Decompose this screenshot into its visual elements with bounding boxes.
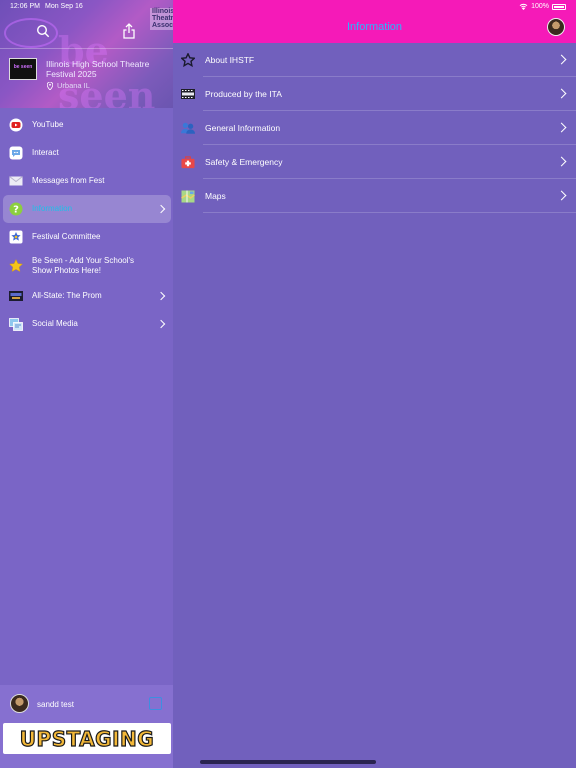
sidebar-item-social-media[interactable]: Social Media <box>3 310 171 338</box>
sidebar-item-messages[interactable]: Messages from Fest <box>3 167 171 195</box>
list-item-produced-by-ita[interactable]: Produced by the ITA <box>173 77 576 111</box>
chevron-right-icon <box>156 204 166 214</box>
list-item-label: Safety & Emergency <box>205 157 283 167</box>
edit-profile-icon[interactable] <box>149 697 162 710</box>
status-bar: 12:06 PM Mon Sep 16 100% <box>0 0 576 14</box>
sidebar-item-label: Be Seen - Add Your School's Show Photos … <box>32 256 135 275</box>
battery-icon <box>552 3 566 10</box>
wifi-icon <box>519 3 528 10</box>
list-item-label: Produced by the ITA <box>205 89 282 99</box>
sidebar-item-be-seen[interactable]: Be Seen - Add Your School's Show Photos … <box>3 251 171 281</box>
list-item-label: Maps <box>205 191 226 201</box>
sidebar-item-label: Information <box>32 204 73 213</box>
chevron-right-icon <box>556 156 567 167</box>
sidebar-item-label: Messages from Fest <box>32 176 105 185</box>
chevron-right-icon <box>556 88 567 99</box>
map-icon <box>181 189 195 203</box>
chevron-right-icon <box>556 122 567 133</box>
festival-location: Urbana IL <box>47 81 90 90</box>
upstaging-logo-text: UPSTAGING <box>19 726 155 751</box>
prom-thumbnail-icon <box>9 289 23 303</box>
header-divider <box>0 48 173 49</box>
question-icon: ? <box>9 202 23 216</box>
chevron-right-icon <box>156 291 166 301</box>
user-name: sandd test <box>37 700 74 709</box>
sidebar-item-festival-committee[interactable]: Festival Committee <box>3 223 171 251</box>
page-title: Information <box>346 21 403 33</box>
sidebar-header: be seen Illinois Theatre Association be … <box>0 0 173 108</box>
sidebar-item-label: Social Media <box>32 319 78 328</box>
location-label: Urbana IL <box>57 81 90 90</box>
row-divider <box>203 212 576 213</box>
list-item-maps[interactable]: Maps <box>173 179 576 213</box>
star-badge-icon <box>9 230 23 244</box>
battery-percent: 100% <box>531 3 549 10</box>
sidebar-footer: sandd test UPSTAGING <box>0 685 173 768</box>
sidebar-item-youtube[interactable]: YouTube <box>3 111 171 139</box>
list-item-label: About IHSTF <box>205 55 255 65</box>
sidebar-item-information[interactable]: ? Information <box>3 195 171 223</box>
sidebar-item-all-state-prom[interactable]: All-State: The Prom <box>3 282 171 310</box>
star-outline-icon <box>181 53 195 67</box>
social-media-icon <box>9 317 23 331</box>
status-time: 12:06 PM <box>10 3 40 10</box>
upstaging-banner[interactable]: UPSTAGING <box>3 723 171 754</box>
list-item-label: General Information <box>205 123 281 133</box>
profile-avatar[interactable] <box>547 18 565 36</box>
envelope-icon <box>9 174 23 188</box>
status-date: Mon Sep 16 <box>45 3 83 10</box>
list-item-about-ihstf[interactable]: About IHSTF <box>173 43 576 77</box>
youtube-icon <box>9 118 23 132</box>
search-icon[interactable] <box>36 24 50 38</box>
user-avatar[interactable] <box>10 694 29 713</box>
sidebar-item-label: Interact <box>32 148 59 157</box>
sidebar: be seen Illinois Theatre Association be … <box>0 0 173 768</box>
sidebar-item-label: Festival Committee <box>32 232 101 241</box>
first-aid-icon <box>181 155 195 169</box>
main-panel: Information About IHSTF Produced by the … <box>173 0 576 768</box>
location-pin-icon <box>47 81 53 90</box>
list-item-safety-emergency[interactable]: Safety & Emergency <box>173 145 576 179</box>
festival-logo: be seen <box>9 58 37 80</box>
svg-text:?: ? <box>13 205 19 216</box>
star-icon <box>9 259 23 273</box>
sidebar-item-interact[interactable]: Interact <box>3 139 171 167</box>
home-indicator[interactable] <box>200 760 376 764</box>
chevron-right-icon <box>156 319 166 329</box>
chevron-right-icon <box>556 190 567 201</box>
share-icon[interactable] <box>122 23 136 39</box>
list-item-general-information[interactable]: General Information <box>173 111 576 145</box>
sidebar-item-label: YouTube <box>32 120 64 129</box>
film-strip-icon <box>181 87 195 101</box>
festival-title: Illinois High School Theatre Festival 20… <box>46 59 150 79</box>
status-indicators: 100% <box>519 3 566 10</box>
chat-bubble-icon <box>9 146 23 160</box>
chevron-right-icon <box>556 54 567 65</box>
sidebar-item-label: All-State: The Prom <box>32 291 102 300</box>
people-icon <box>181 121 195 135</box>
